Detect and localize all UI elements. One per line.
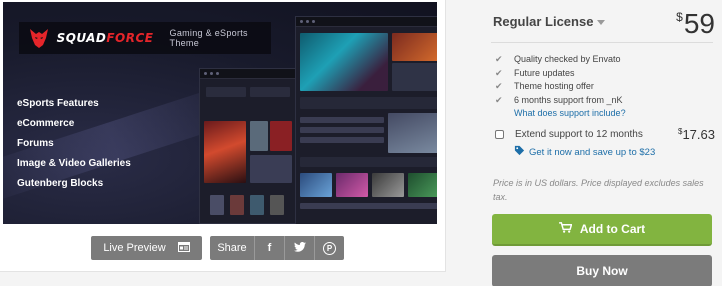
- check-icon: ✔: [495, 54, 503, 64]
- buy-now-button[interactable]: Buy Now: [492, 255, 712, 286]
- price-currency: $: [676, 10, 683, 24]
- save-offer-link[interactable]: Get it now and save up to $23: [514, 145, 655, 159]
- included-item-label: Future updates: [514, 67, 575, 78]
- feature-item: eCommerce: [17, 118, 75, 129]
- pinterest-share-button[interactable]: P: [314, 236, 344, 260]
- extend-price-amount: 17.63: [682, 127, 715, 142]
- license-name-text: Regular License: [493, 14, 594, 29]
- preview-toolbar: Live Preview Share f P: [91, 236, 344, 260]
- feature-item: eSports Features: [17, 98, 99, 109]
- mockup-screen-large: [295, 16, 437, 224]
- brand-bar: SQUADFORCE Gaming & eSports Theme: [19, 22, 271, 54]
- included-item: ✔ 6 months support from _nK: [495, 94, 623, 108]
- theme-preview-banner[interactable]: SQUADFORCE Gaming & eSports Theme eSport…: [3, 2, 437, 224]
- included-list: ✔ Quality checked by Envato ✔ Future updat…: [495, 53, 623, 107]
- extend-support-option: Extend support to 12 months $17.63 Get i…: [495, 127, 715, 161]
- included-item: ✔ Quality checked by Envato: [495, 53, 623, 67]
- included-item-label: 6 months support from _nK: [514, 94, 623, 105]
- mockup-screen-small: [199, 68, 299, 224]
- live-preview-label: Live Preview: [103, 242, 166, 254]
- page: SQUADFORCE Gaming & eSports Theme eSport…: [0, 0, 722, 286]
- wolf-logo-icon: [25, 23, 53, 53]
- check-icon: ✔: [495, 94, 503, 105]
- price-tag-icon: [514, 145, 525, 159]
- feature-item: Image & Video Galleries: [17, 158, 131, 169]
- item-preview-card: SQUADFORCE Gaming & eSports Theme eSport…: [0, 0, 446, 272]
- extend-support-label[interactable]: Extend support to 12 months: [515, 129, 643, 140]
- extend-support-checkbox[interactable]: [495, 130, 504, 139]
- license-name[interactable]: Regular License: [493, 14, 606, 29]
- check-icon: ✔: [495, 67, 503, 78]
- pinterest-icon: P: [323, 241, 336, 255]
- brand-tagline: Gaming & eSports Theme: [169, 28, 248, 48]
- twitter-share-button[interactable]: [284, 236, 314, 260]
- feature-list: eSports Features eCommerce Forums Image …: [17, 94, 131, 194]
- purchase-panel: Regular License $59 ✔ Quality checked by …: [485, 0, 722, 286]
- support-info-link[interactable]: What does support include?: [514, 108, 626, 118]
- license-selector[interactable]: Regular License $59: [493, 8, 715, 40]
- included-item: ✔ Future updates: [495, 67, 623, 81]
- included-item-label: Theme hosting offer: [514, 81, 594, 91]
- extend-support-price: $17.63: [678, 127, 715, 142]
- brand-name-suffix: FORCE: [106, 31, 154, 45]
- cart-icon: [558, 222, 573, 236]
- feature-item: Forums: [17, 138, 54, 149]
- preview-window-icon: [177, 241, 190, 255]
- live-preview-button[interactable]: Live Preview: [91, 236, 202, 260]
- brand-name: SQUADFORCE: [57, 31, 154, 45]
- chevron-down-icon: [597, 20, 606, 26]
- brand-name-prefix: SQUAD: [56, 31, 107, 45]
- buy-now-label: Buy Now: [576, 264, 628, 278]
- included-item-label: Quality checked by Envato: [514, 54, 621, 64]
- share-label: Share: [217, 242, 247, 254]
- feature-item: Gutenberg Blocks: [17, 178, 104, 189]
- facebook-icon: f: [267, 242, 272, 254]
- add-to-cart-button[interactable]: Add to Cart: [492, 214, 712, 246]
- check-icon: ✔: [495, 81, 503, 91]
- divider: [491, 42, 713, 43]
- save-offer-text: Get it now and save up to $23: [529, 146, 656, 158]
- share-group: Share f P: [210, 236, 344, 260]
- facebook-share-button[interactable]: f: [254, 236, 284, 260]
- add-to-cart-label: Add to Cart: [579, 222, 646, 236]
- included-item: ✔ Theme hosting offer: [495, 80, 623, 94]
- twitter-icon: [293, 241, 306, 255]
- price-note: Price is in US dollars. Price displayed …: [493, 178, 704, 202]
- price-amount: 59: [683, 8, 715, 39]
- license-price: $59: [676, 8, 715, 40]
